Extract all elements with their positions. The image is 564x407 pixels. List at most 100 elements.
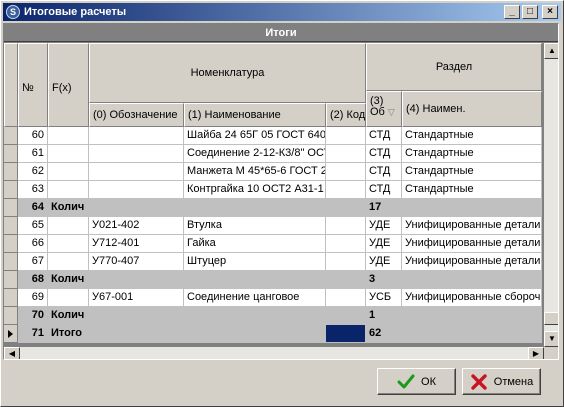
cell-type[interactable]: УСБ (366, 289, 402, 307)
cell-code[interactable] (326, 235, 366, 253)
cell-num[interactable]: 65 (18, 217, 48, 235)
cell-name[interactable]: Соединение 2-12-К3/8" ОСТ (184, 145, 326, 163)
cell-fx[interactable] (48, 163, 89, 181)
scroll-up-icon[interactable]: ▲ (544, 43, 558, 59)
cell-type[interactable]: СТД (366, 145, 402, 163)
cell-type[interactable]: СТД (366, 127, 402, 145)
cell-section-name[interactable]: Унифицированные детали (402, 253, 542, 271)
table-row[interactable]: 61 Соединение 2-12-К3/8" ОСТ СТД Стандартны… (4, 145, 542, 163)
horizontal-scrollbar[interactable]: ◀ ▶ (4, 347, 544, 359)
cell-fx[interactable] (48, 235, 89, 253)
cell-code[interactable] (326, 217, 366, 235)
cell-group-label[interactable]: Колич (48, 271, 326, 289)
scroll-thumb[interactable] (544, 312, 558, 325)
cell-fx[interactable] (48, 181, 89, 199)
cancel-button[interactable]: Отмена (462, 368, 541, 395)
cell-num[interactable]: 63 (18, 181, 48, 199)
header-nomenclature[interactable]: Номенклатура (89, 43, 366, 103)
scroll-down-icon[interactable]: ▼ (544, 331, 558, 347)
cell-type[interactable]: УДЕ (366, 217, 402, 235)
close-button[interactable]: × (542, 5, 558, 19)
cell-code[interactable] (326, 289, 366, 307)
group-total-row[interactable]: 70 Колич 1 (4, 307, 542, 325)
group-total-row[interactable]: 71 Итого 62 (4, 325, 542, 343)
title-bar[interactable]: S Итоговые расчеты _ □ × (3, 3, 561, 21)
cell-name[interactable]: Втулка (184, 217, 326, 235)
cell-num[interactable]: 69 (18, 289, 48, 307)
cell-code[interactable] (326, 181, 366, 199)
minimize-button[interactable]: _ (504, 5, 520, 19)
cell-code[interactable] (326, 145, 366, 163)
vertical-scrollbar[interactable]: ▲ ▼ (544, 43, 558, 347)
cell-group-label[interactable]: Колич (48, 307, 326, 325)
row-indicator[interactable] (4, 253, 18, 271)
cell-name[interactable]: Штуцер (184, 253, 326, 271)
header-col3-type[interactable]: (3) Об ▽ (366, 91, 402, 127)
header-col0-designation[interactable]: (0) Обозначение (89, 103, 184, 127)
cell-section-name[interactable]: Унифицированные сборочн (402, 289, 542, 307)
cell-num[interactable]: 68 (18, 271, 48, 289)
cell-code[interactable] (326, 307, 366, 325)
cell-num[interactable]: 61 (18, 145, 48, 163)
group-total-row[interactable]: 68 Колич 3 (4, 271, 542, 289)
cell-designation[interactable]: У770-407 (89, 253, 184, 271)
row-indicator[interactable] (4, 127, 18, 145)
table-row[interactable]: 67 У770-407 Штуцер УДЕ Унифицированные детал… (4, 253, 542, 271)
header-section[interactable]: Раздел (366, 43, 542, 91)
cell-section-name[interactable]: Стандартные (402, 181, 542, 199)
ok-button[interactable]: ОК (377, 368, 456, 395)
cell-designation[interactable]: У67-001 (89, 289, 184, 307)
row-indicator[interactable] (4, 235, 18, 253)
cell-fx[interactable] (48, 145, 89, 163)
cell-num[interactable]: 60 (18, 127, 48, 145)
cell-type[interactable]: СТД (366, 163, 402, 181)
cell-section-name[interactable]: Стандартные (402, 145, 542, 163)
cell-code[interactable] (326, 271, 366, 289)
row-indicator[interactable] (4, 307, 18, 325)
cell-fx[interactable] (48, 217, 89, 235)
cell-num[interactable]: 62 (18, 163, 48, 181)
row-indicator[interactable] (4, 199, 18, 217)
row-indicator[interactable] (4, 325, 18, 343)
cell-section-name[interactable]: Стандартные (402, 127, 542, 145)
results-grid[interactable]: Итоги № F(x) Номенклатура Раздел (0) Обо… (3, 23, 559, 360)
cell-name[interactable]: Манжета М 45*65-6 ГОСТ 2 (184, 163, 326, 181)
cell-type[interactable]: СТД (366, 181, 402, 199)
table-row[interactable]: 62 Манжета М 45*65-6 ГОСТ 2 СТД Стандартные (4, 163, 542, 181)
row-indicator[interactable] (4, 271, 18, 289)
cell-type[interactable]: УДЕ (366, 235, 402, 253)
row-indicator[interactable] (4, 181, 18, 199)
cell-num[interactable]: 70 (18, 307, 48, 325)
group-total-row[interactable]: 64 Колич 17 (4, 199, 542, 217)
cell-code[interactable] (326, 253, 366, 271)
header-num[interactable]: № (18, 43, 48, 127)
header-col2-code[interactable]: (2) Код (326, 103, 366, 127)
cell-num[interactable]: 71 (18, 325, 48, 343)
cell-designation[interactable] (89, 145, 184, 163)
cell-num[interactable]: 67 (18, 253, 48, 271)
cell-fx[interactable] (48, 127, 89, 145)
cell-group-label[interactable]: Колич (48, 199, 326, 217)
table-row[interactable]: 60 Шайба 24 65Г 05 ГОСТ 6402 СТД Стандартны… (4, 127, 542, 145)
cell-total[interactable]: 1 (366, 307, 542, 325)
scroll-left-icon[interactable]: ◀ (4, 347, 20, 359)
cell-name[interactable]: Гайка (184, 235, 326, 253)
cell-designation[interactable] (89, 181, 184, 199)
row-indicator[interactable] (4, 145, 18, 163)
cell-type[interactable]: УДЕ (366, 253, 402, 271)
row-indicator[interactable] (4, 289, 18, 307)
cell-total[interactable]: 3 (366, 271, 542, 289)
table-row[interactable]: 69 У67-001 Соединение цанговое УСБ Унифициро… (4, 289, 542, 307)
header-col1-name[interactable]: (1) Наименование (184, 103, 326, 127)
cell-total[interactable]: 62 (366, 325, 542, 343)
table-row[interactable]: 63 Контргайка 10 ОСТ2 А31-1 СТД Стандартные (4, 181, 542, 199)
cell-code[interactable] (326, 163, 366, 181)
cell-section-name[interactable]: Стандартные (402, 163, 542, 181)
cell-total[interactable]: 17 (366, 199, 542, 217)
table-row[interactable]: 65 У021-402 Втулка УДЕ Унифицированные детал… (4, 217, 542, 235)
maximize-button[interactable]: □ (522, 5, 538, 19)
scroll-right-icon[interactable]: ▶ (528, 347, 544, 359)
cell-code[interactable] (326, 127, 366, 145)
cell-designation[interactable]: У712-401 (89, 235, 184, 253)
cell-section-name[interactable]: Унифицированные детали (402, 235, 542, 253)
